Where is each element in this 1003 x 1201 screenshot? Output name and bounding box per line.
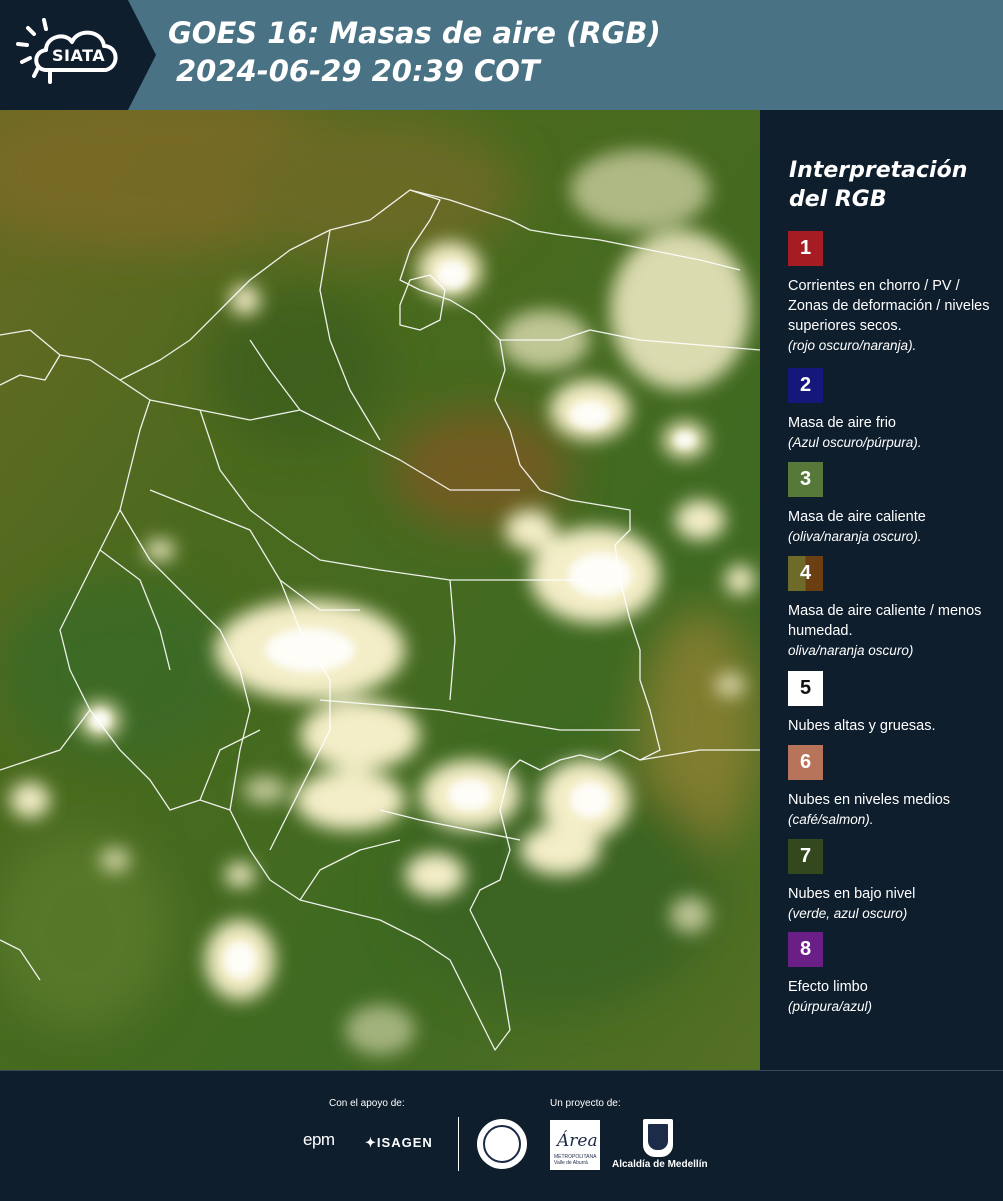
legend-desc-7: Nubes en bajo nivel (verde, azul oscuro) xyxy=(788,884,998,924)
legend-item-7: 7 Nubes en bajo nivel (verde, azul oscur… xyxy=(788,839,998,924)
legend-text-3: Masa de aire caliente xyxy=(788,509,926,525)
legend-title-line1: Interpretación xyxy=(789,158,968,183)
legend-swatch-4: 4 xyxy=(788,556,823,591)
area-logo-subtext: METROPOLITANA Valle de Aburrá xyxy=(554,1154,597,1166)
satellite-map[interactable] xyxy=(0,110,760,1070)
logo-text: SIATA xyxy=(52,46,106,65)
legend-desc-1: Corrientes en chorro / PV / Zonas de def… xyxy=(788,276,998,356)
legend-note-1: (rojo oscuro/naranja). xyxy=(788,338,917,353)
footer-divider xyxy=(458,1117,459,1171)
legend-note-2: (Azul oscuro/púrpura). xyxy=(788,435,922,450)
university-seal-logo[interactable] xyxy=(477,1119,527,1169)
title-product: GOES 16: Masas de aire (RGB) xyxy=(168,16,661,50)
satellite-airmass-rgb-map-icon xyxy=(0,110,760,1070)
legend-text-5: Nubes altas y gruesas. xyxy=(788,718,936,734)
legend-text-6: Nubes en niveles medios xyxy=(788,792,951,808)
legend-item-8: 8 Efecto limbo (púrpura/azul) xyxy=(788,932,998,1017)
legend-swatch-3: 3 xyxy=(788,462,823,497)
legend-title-line2: del RGB xyxy=(789,187,887,212)
legend-text-2: Masa de aire frio xyxy=(788,415,896,431)
isagen-star-glyph: ✦ xyxy=(365,1135,377,1150)
legend-item-4: 4 Masa de aire caliente / menos humedad.… xyxy=(788,556,998,661)
shield-inner-icon xyxy=(648,1124,668,1150)
alcaldia-shield-icon[interactable] xyxy=(643,1119,673,1157)
legend-swatch-6: 6 xyxy=(788,745,823,780)
legend-desc-5: Nubes altas y gruesas. xyxy=(788,716,998,736)
legend-desc-8: Efecto limbo (púrpura/azul) xyxy=(788,977,998,1017)
title-datetime: 2024-06-29 20:39 COT xyxy=(176,54,540,88)
footer-bar: Con el apoyo de: Un proyecto de: epm ✦IS… xyxy=(0,1070,1003,1201)
legend-text-1: Corrientes en chorro / PV / Zonas de def… xyxy=(788,278,990,334)
project-label: Un proyecto de: xyxy=(550,1098,621,1109)
page-title: GOES 16: Masas de aire (RGB) 2024-06-29 … xyxy=(168,14,661,90)
legend-note-6: (café/salmon). xyxy=(788,812,874,827)
legend-item-6: 6 Nubes en niveles medios (café/salmon). xyxy=(788,745,998,830)
legend-desc-4: Masa de aire caliente / menos humedad. o… xyxy=(788,601,998,661)
legend-text-7: Nubes en bajo nivel xyxy=(788,886,916,902)
isagen-logo[interactable]: ✦ISAGEN xyxy=(365,1135,433,1151)
seal-ring-icon xyxy=(483,1125,521,1163)
legend-text-4: Masa de aire caliente / menos humedad. xyxy=(788,603,982,639)
legend-swatch-8: 8 xyxy=(788,932,823,967)
legend-desc-2: Masa de aire frio (Azul oscuro/púrpura). xyxy=(788,413,998,453)
legend-note-8: (púrpura/azul) xyxy=(788,999,873,1014)
legend-item-5: 5 Nubes altas y gruesas. xyxy=(788,671,998,736)
isagen-text: ISAGEN xyxy=(376,1135,433,1150)
legend-item-1: 1 Corrientes en chorro / PV / Zonas de d… xyxy=(788,231,998,356)
legend-swatch-1: 1 xyxy=(788,231,823,266)
legend-item-2: 2 Masa de aire frio (Azul oscuro/púrpura… xyxy=(788,368,998,453)
legend-item-3: 3 Masa de aire caliente (oliva/naranja o… xyxy=(788,462,998,547)
legend-swatch-2: 2 xyxy=(788,368,823,403)
support-label: Con el apoyo de: xyxy=(329,1098,405,1109)
alcaldia-label: Alcaldía de Medellín xyxy=(612,1159,708,1170)
legend-note-3: (oliva/naranja oscuro). xyxy=(788,529,922,544)
header-bar: SIATA GOES 16: Masas de aire (RGB) 2024-… xyxy=(0,0,1003,110)
legend-note-4: oliva/naranja oscuro) xyxy=(788,643,914,658)
epm-logo[interactable]: epm xyxy=(303,1130,335,1150)
legend-swatch-7: 7 xyxy=(788,839,823,874)
area-logo-text: Área xyxy=(557,1131,598,1151)
legend-swatch-5: 5 xyxy=(788,671,823,706)
legend-desc-3: Masa de aire caliente (oliva/naranja osc… xyxy=(788,507,998,547)
area-metropolitana-logo[interactable]: Área METROPOLITANA Valle de Aburrá xyxy=(550,1120,600,1170)
legend-title: Interpretación del RGB xyxy=(789,156,989,214)
legend-note-7: (verde, azul oscuro) xyxy=(788,906,908,921)
legend-desc-6: Nubes en niveles medios (café/salmon). xyxy=(788,790,998,830)
legend-panel: Interpretación del RGB 1 Corrientes en c… xyxy=(760,110,1003,1070)
legend-text-8: Efecto limbo xyxy=(788,979,868,995)
siata-logo[interactable]: SIATA xyxy=(0,0,160,110)
